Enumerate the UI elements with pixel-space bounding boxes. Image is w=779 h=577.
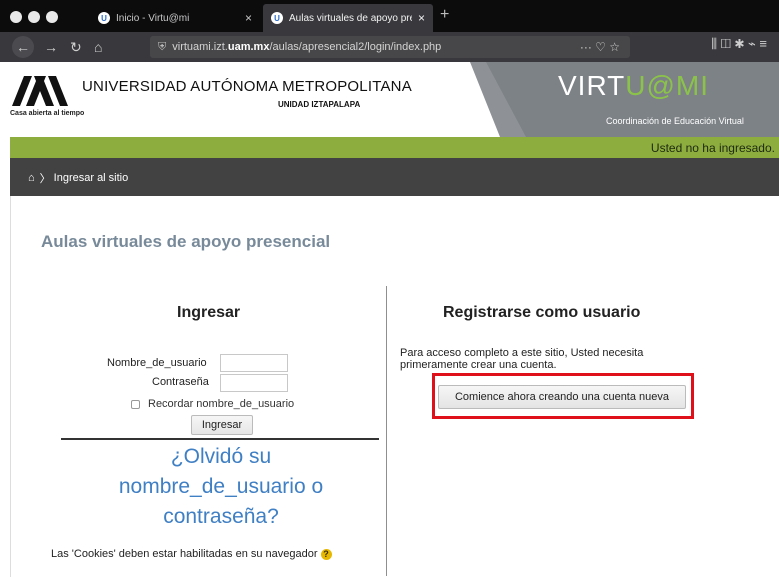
university-name: UNIVERSIDAD AUTÓNOMA METROPOLITANA bbox=[82, 78, 412, 95]
help-icon[interactable]: ? bbox=[320, 548, 332, 560]
home-icon[interactable]: ⌂ bbox=[94, 39, 102, 55]
column-divider bbox=[386, 286, 387, 576]
password-input[interactable] bbox=[220, 374, 288, 392]
virtuami-logo: VIRTU@MI bbox=[558, 70, 710, 101]
header-subtitle: Coordinación de Educación Virtual bbox=[606, 116, 744, 126]
tagline: Casa abierta al tiempo bbox=[10, 110, 85, 117]
login-button[interactable]: Ingresar bbox=[191, 415, 253, 435]
login-status: Usted no ha ingresado. bbox=[650, 141, 775, 155]
register-text: Para acceso completo a este sitio, Usted… bbox=[400, 347, 644, 371]
password-label: Contraseña bbox=[152, 376, 209, 388]
status-bar: Usted no ha ingresado. bbox=[10, 137, 779, 158]
breadcrumb-separator: 〉 bbox=[39, 173, 51, 185]
home-icon[interactable]: ⌂ bbox=[28, 172, 35, 184]
cookies-text: Las 'Cookies' deben estar habilitadas en… bbox=[51, 548, 318, 560]
browser-tab-bar: U Inicio - Virtu@mi × U Aulas virtuales … bbox=[0, 0, 779, 32]
remember-username[interactable]: Recordar nombre_de_usuario bbox=[131, 398, 294, 410]
username-label: Nombre_de_usuario bbox=[107, 357, 207, 369]
breadcrumb-bar: ⌂ 〉 Ingresar al sitio bbox=[10, 158, 779, 196]
zoom-window-dot[interactable] bbox=[46, 11, 58, 23]
tab-inicio[interactable]: U Inicio - Virtu@mi × bbox=[90, 4, 260, 32]
reload-icon[interactable]: ↻ bbox=[70, 39, 82, 55]
tab-label: Inicio - Virtu@mi bbox=[116, 12, 190, 24]
unit-name: UNIDAD IZTAPALAPA bbox=[278, 100, 361, 109]
tab-aulas-active[interactable]: U Aulas virtuales de apoyo prese × bbox=[263, 4, 433, 32]
uam-favicon-icon: U bbox=[271, 12, 283, 24]
shield-icon: ⛨ bbox=[158, 40, 167, 53]
back-arrow-icon[interactable]: ← bbox=[12, 36, 34, 58]
uam-favicon-icon: U bbox=[98, 12, 110, 24]
toolbar-icons[interactable]: ⫼ ◫ ✱ ⌁ ≡ bbox=[711, 36, 767, 52]
main-content: Aulas virtuales de apoyo presencial Ingr… bbox=[10, 196, 779, 577]
minimize-window-dot[interactable] bbox=[28, 11, 40, 23]
login-heading: Ingresar bbox=[177, 304, 241, 321]
breadcrumb-item: Ingresar al sitio bbox=[53, 172, 129, 184]
login-divider bbox=[61, 438, 379, 440]
create-account-button[interactable]: Comience ahora creando una cuenta nueva bbox=[438, 385, 686, 409]
uam-logo-icon bbox=[12, 76, 68, 106]
site-header: Casa abierta al tiempo UNIVERSIDAD AUTÓN… bbox=[10, 62, 779, 137]
close-window-dot[interactable] bbox=[10, 11, 22, 23]
url-text: virtuami.izt.uam.mx/aulas/apresencial2/l… bbox=[172, 41, 442, 53]
remember-label: Recordar nombre_de_usuario bbox=[148, 398, 295, 410]
remember-checkbox[interactable] bbox=[131, 399, 140, 409]
username-input[interactable] bbox=[220, 354, 288, 372]
breadcrumb: ⌂ 〉 Ingresar al sitio bbox=[28, 170, 128, 186]
close-tab-icon[interactable]: × bbox=[245, 11, 252, 25]
forward-arrow-icon[interactable]: → bbox=[44, 39, 58, 55]
tab-label: Aulas virtuales de apoyo prese bbox=[289, 12, 412, 24]
browser-nav-bar: ← → ↻ ⌂ ⛨ virtuami.izt.uam.mx/aulas/apre… bbox=[0, 32, 779, 62]
forgot-credentials-link[interactable]: ¿Olvidó su nombre_de_usuario o contraseñ… bbox=[81, 442, 361, 532]
page-title: Aulas virtuales de apoyo presencial bbox=[41, 232, 331, 251]
close-tab-icon[interactable]: × bbox=[418, 11, 425, 25]
page-actions-icon[interactable]: ··· ♡ ☆ bbox=[580, 40, 620, 54]
new-tab-icon[interactable]: + bbox=[440, 6, 449, 24]
address-bar[interactable]: ⛨ virtuami.izt.uam.mx/aulas/apresencial2… bbox=[150, 36, 630, 58]
cookies-notice: Las 'Cookies' deben estar habilitadas en… bbox=[51, 548, 332, 560]
register-heading: Registrarse como usuario bbox=[443, 304, 641, 321]
